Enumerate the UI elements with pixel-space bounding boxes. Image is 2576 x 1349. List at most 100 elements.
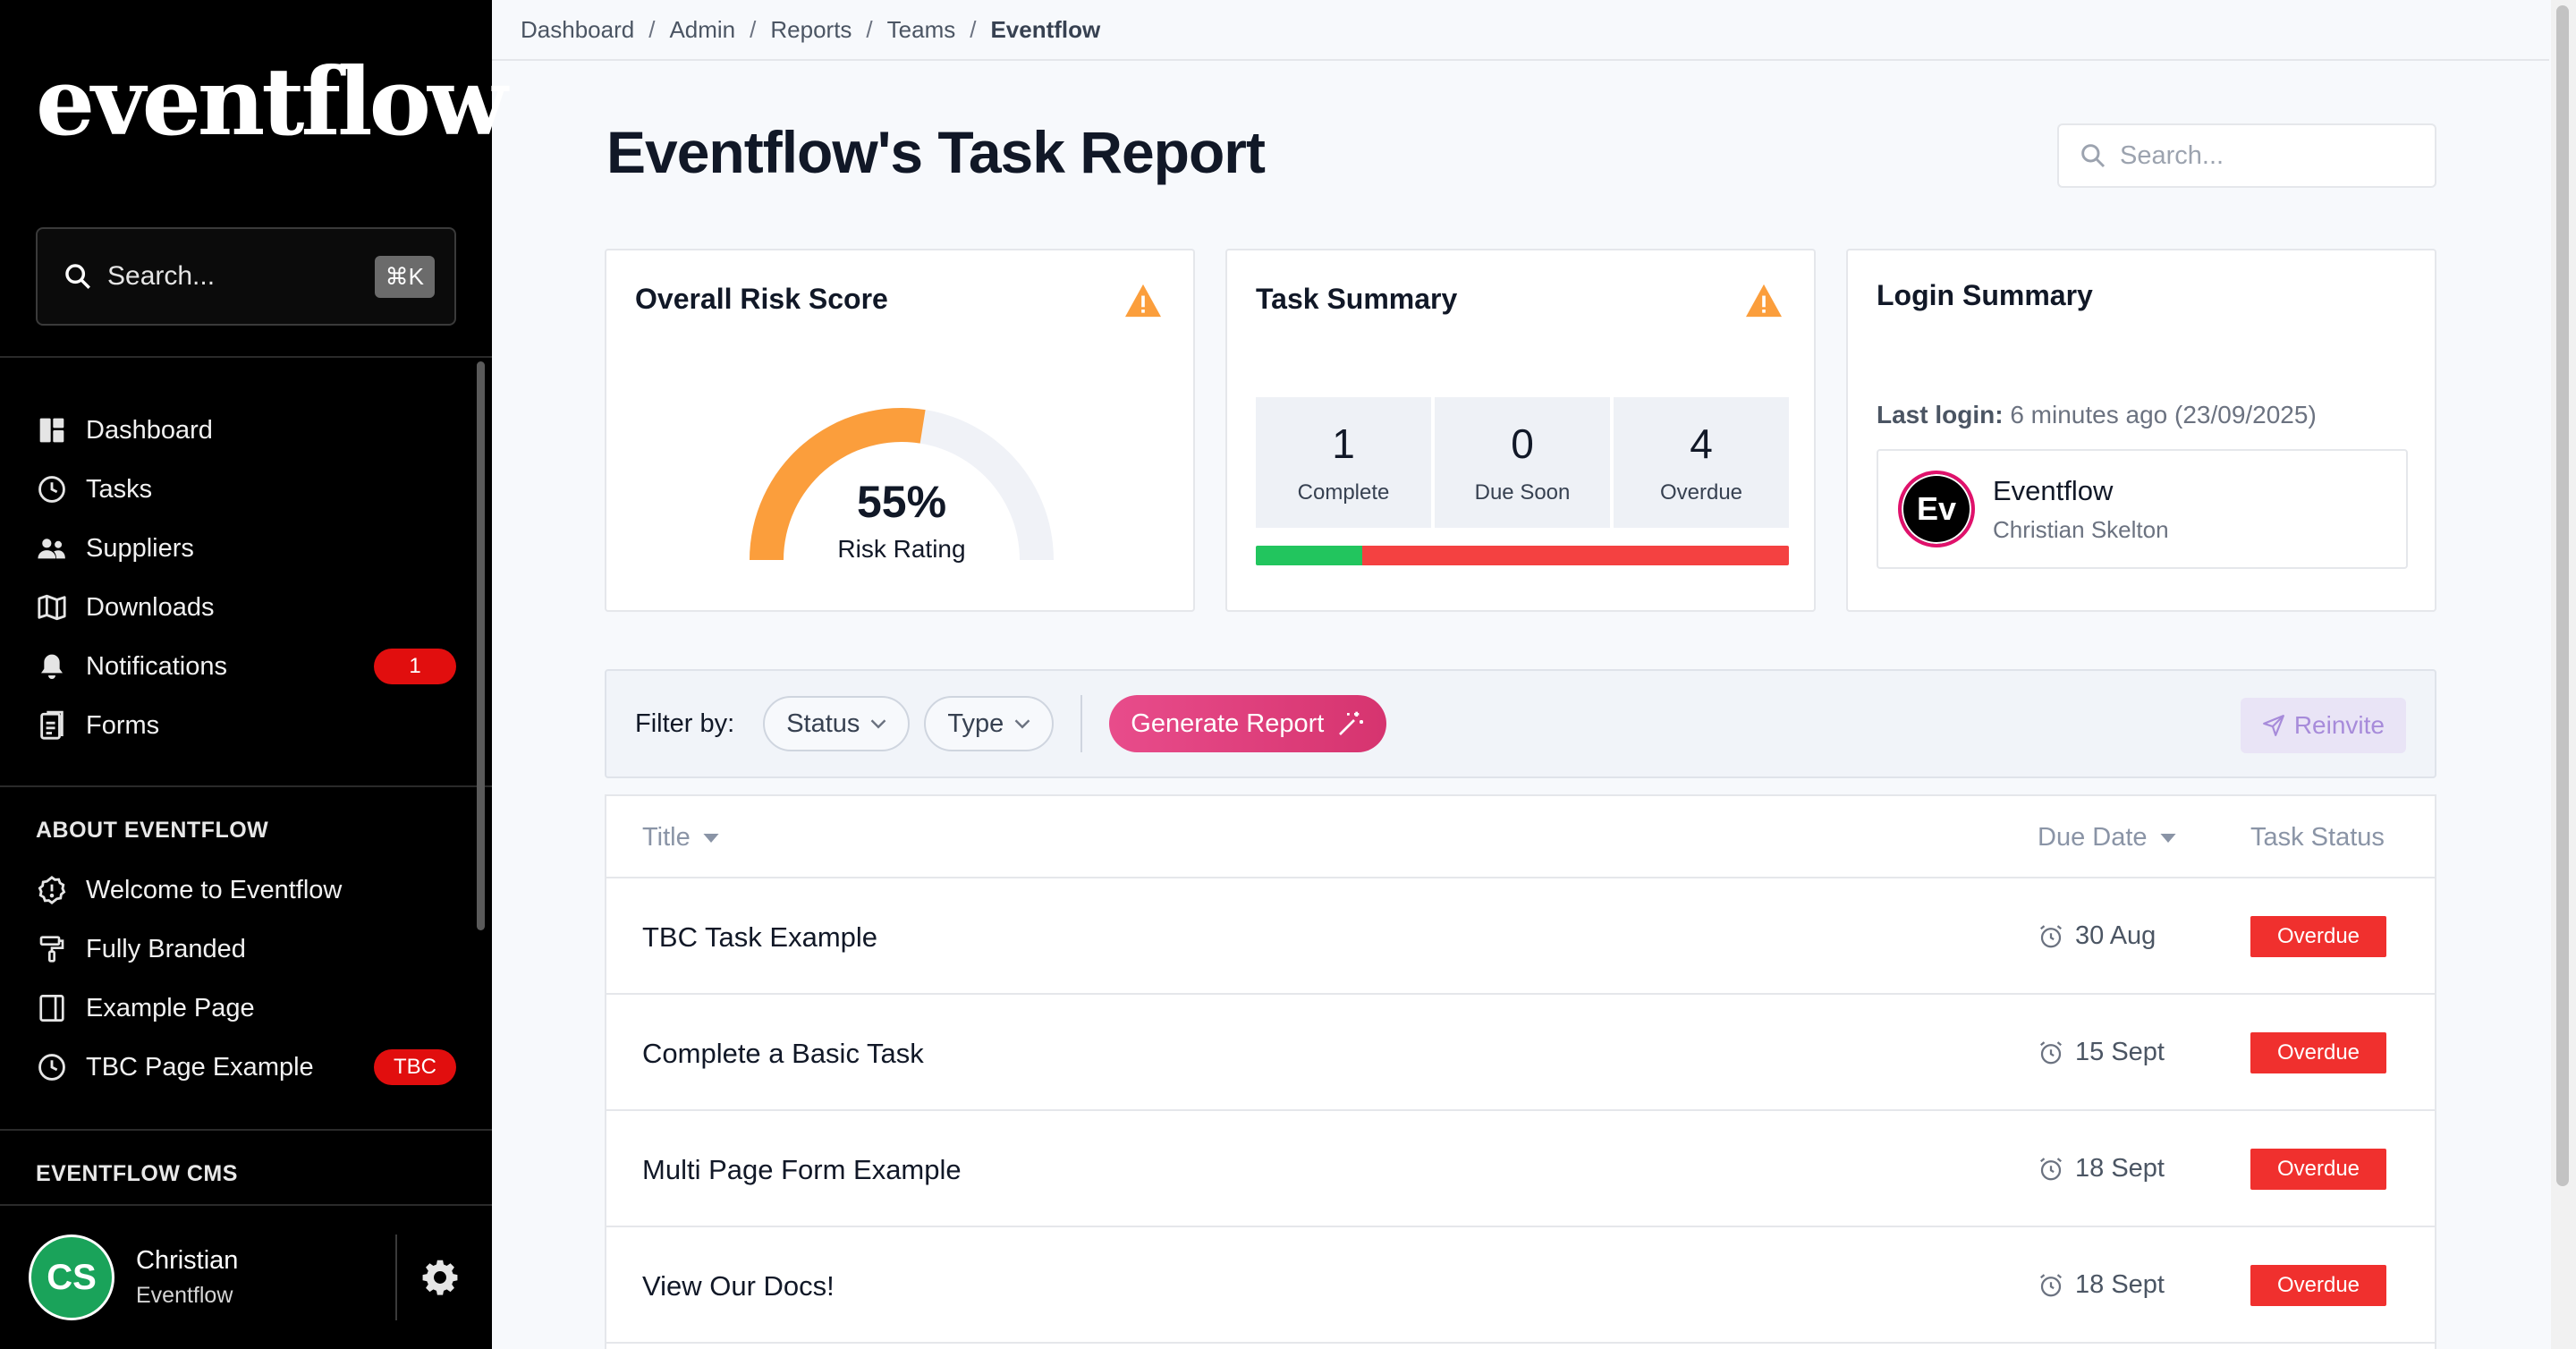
user-names: Christian Eventflow — [136, 1246, 395, 1309]
nav-label: Suppliers — [86, 533, 194, 563]
search-shortcut: ⌘K — [374, 255, 435, 298]
due-date-text: 15 Sept — [2075, 1038, 2165, 1066]
user-org: Eventflow — [136, 1283, 233, 1308]
generate-report-button[interactable]: Generate Report — [1109, 695, 1387, 752]
nav-item-suppliers[interactable]: Suppliers — [36, 519, 456, 578]
type-filter-dropdown[interactable]: Type — [924, 696, 1055, 751]
divider — [1080, 695, 1083, 752]
stat-complete: 1 Complete — [1256, 397, 1431, 528]
nav-item-tasks[interactable]: Tasks — [36, 460, 456, 519]
table-row[interactable]: Complete a Basic Task 15 Sept Overdue — [606, 995, 2435, 1111]
progress-overdue — [1362, 546, 1789, 565]
nav-label: Dashboard — [86, 415, 213, 445]
page-scrollbar-thumb[interactable] — [2556, 5, 2569, 1186]
page-title: Eventflow's Task Report — [606, 119, 1266, 185]
about-nav: Welcome to Eventflow Fully Branded Examp… — [36, 861, 456, 1097]
page-search-input[interactable]: Search... — [2057, 123, 2436, 188]
alarm-clock-icon — [2040, 1157, 2062, 1180]
breadcrumb-teams[interactable]: Teams — [887, 16, 956, 44]
nav-label: Welcome to Eventflow — [86, 875, 343, 904]
sidebar-search[interactable]: Search... ⌘K — [36, 227, 456, 326]
breadcrumb-admin[interactable]: Admin — [669, 16, 735, 44]
login-user-name: Christian Skelton — [1993, 515, 2169, 543]
sidebar-scrollbar[interactable] — [477, 361, 485, 930]
card-title: Login Summary — [1877, 279, 2093, 311]
task-stats: 1 Complete 0 Due Soon 4 Overdue — [1256, 397, 1789, 528]
nav-item-dashboard[interactable]: Dashboard — [36, 401, 456, 460]
task-due-date: 15 Sept — [2038, 1038, 2165, 1067]
map-icon — [36, 591, 68, 624]
task-title: Complete a Basic Task — [642, 1038, 924, 1069]
magic-wand-icon — [1339, 711, 1364, 735]
nav-label: Tasks — [86, 474, 153, 504]
breadcrumb-separator: / — [970, 15, 977, 43]
dashboard-icon — [36, 414, 68, 446]
divider — [0, 785, 492, 787]
nav-label: TBC Page Example — [86, 1052, 314, 1082]
nav-label: Example Page — [86, 993, 255, 1022]
filter-label: Filter by: — [635, 708, 735, 738]
risk-label: Risk Rating — [837, 535, 966, 563]
login-user[interactable]: Ev Eventflow Christian Skelton — [1877, 449, 2408, 569]
login-org-name: Eventflow — [1993, 474, 2114, 506]
brand-logo[interactable]: eventflow® — [36, 38, 520, 148]
alarm-clock-icon — [2040, 924, 2062, 947]
nav-item-notifications[interactable]: Notifications 1 — [36, 637, 456, 696]
type-filter-label: Type — [947, 708, 1004, 738]
last-login-label: Last login: — [1877, 401, 2004, 428]
nav-item-downloads[interactable]: Downloads — [36, 578, 456, 637]
due-date-text: 18 Sept — [2075, 1270, 2165, 1299]
tbc-badge: TBC — [374, 1049, 456, 1085]
nav-item-forms[interactable]: Forms — [36, 696, 456, 755]
gear-icon[interactable] — [420, 1258, 460, 1297]
sidebar-layout-icon — [36, 992, 68, 1024]
warning-icon — [1125, 284, 1161, 318]
avatar: Ev — [1898, 471, 1975, 547]
breadcrumb-dashboard[interactable]: Dashboard — [521, 16, 634, 44]
stat-label: Complete — [1297, 480, 1390, 505]
table-row[interactable]: Multi Page Form Example 18 Sept Overdue — [606, 1111, 2435, 1227]
column-header-due-date[interactable]: Due Date — [2038, 823, 2176, 853]
nav-item-welcome[interactable]: Welcome to Eventflow — [36, 861, 456, 920]
stat-number: 0 — [1511, 420, 1534, 467]
risk-value: 55% — [856, 477, 947, 527]
task-title: View Our Docs! — [642, 1270, 835, 1302]
breadcrumb-separator: / — [648, 15, 656, 43]
table-row[interactable]: TBC Task Example 30 Aug Overdue — [606, 878, 2435, 995]
breadcrumb-reports[interactable]: Reports — [770, 16, 852, 44]
main-nav: Dashboard Tasks Suppliers Downloads Noti… — [36, 401, 456, 755]
page-scrollbar[interactable] — [2551, 0, 2576, 1349]
task-due-date: 30 Aug — [2038, 921, 2156, 951]
status-filter-dropdown[interactable]: Status — [763, 696, 911, 751]
due-date-text: 30 Aug — [2075, 921, 2157, 950]
nav-item-tbc-page[interactable]: TBC Page Example TBC — [36, 1038, 456, 1097]
chevron-down-icon — [1014, 719, 1030, 729]
table-row[interactable]: View Our Docs! 18 Sept Overdue — [606, 1227, 2435, 1344]
breadcrumb-separator: / — [866, 15, 873, 43]
users-icon — [36, 532, 68, 564]
nav-label: Notifications — [86, 651, 227, 681]
paint-roller-icon — [36, 933, 68, 965]
status-badge: Overdue — [2250, 1149, 2386, 1190]
reinvite-button[interactable]: Reinvite — [2240, 698, 2406, 753]
card-title: Overall Risk Score — [635, 283, 888, 315]
sidebar: eventflow® Search... ⌘K Dashboard Tasks … — [0, 0, 520, 1349]
status-filter-label: Status — [786, 708, 860, 738]
column-header-title[interactable]: Title — [642, 823, 719, 853]
stat-number: 1 — [1332, 420, 1355, 467]
table-header: Title Due Date Task Status — [606, 796, 2435, 878]
user-name: Christian — [136, 1246, 239, 1275]
due-date-text: 18 Sept — [2075, 1154, 2165, 1183]
nav-item-fully-branded[interactable]: Fully Branded — [36, 920, 456, 979]
brand-name: eventflow — [36, 47, 508, 157]
task-summary-card: Task Summary 1 Complete 0 Due Soon 4 Ove… — [1225, 249, 1816, 612]
task-due-date: 18 Sept — [2038, 1270, 2165, 1300]
breadcrumb-current: Eventflow — [990, 15, 1101, 43]
column-header-task-status: Task Status — [2250, 823, 2385, 853]
chevron-down-icon — [871, 719, 886, 729]
reinvite-label: Reinvite — [2293, 711, 2385, 739]
nav-item-example-page[interactable]: Example Page — [36, 979, 456, 1038]
search-icon — [2081, 144, 2106, 168]
bell-icon — [36, 650, 68, 683]
avatar[interactable]: CS — [29, 1234, 114, 1320]
